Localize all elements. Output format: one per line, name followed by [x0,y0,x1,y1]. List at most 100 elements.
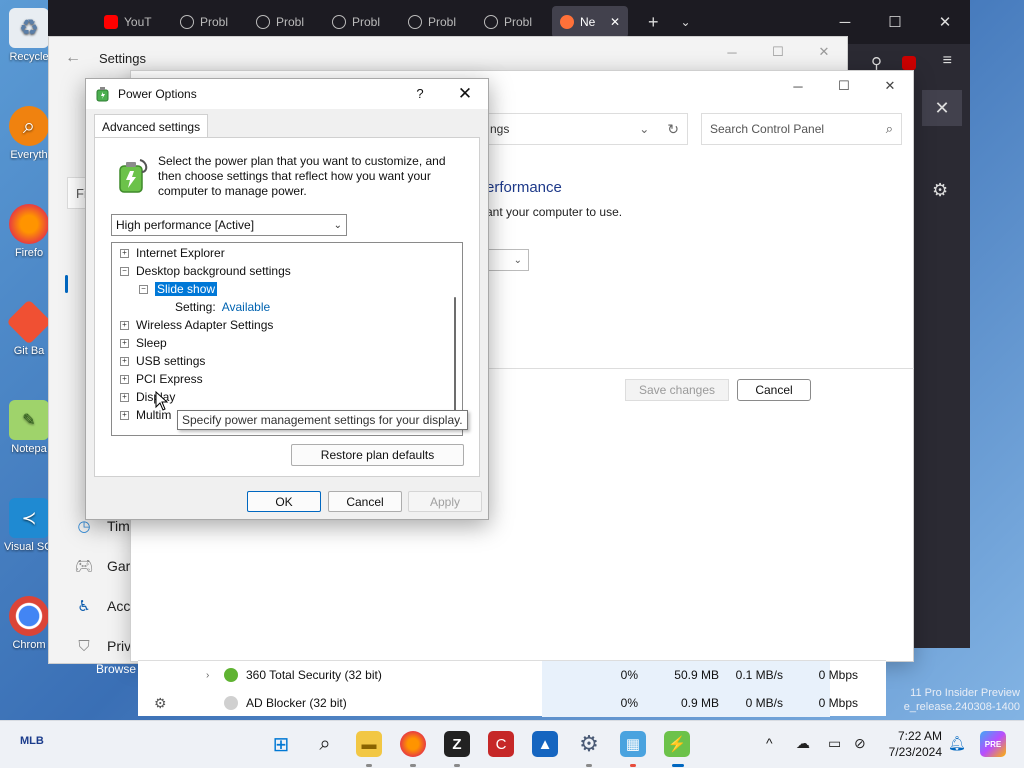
plan-dropdown[interactable]: ⌄ [486,249,529,271]
tree-item-desktop-background[interactable]: − Desktop background settings [120,262,291,280]
tab-new[interactable]: Ne ✕ [552,6,628,38]
table-row[interactable]: ⚙ AD Blocker (32 bit) 0% 0.9 MB 0 MB/s 0… [138,689,886,717]
maximize-icon[interactable]: ☐ [821,71,867,101]
minimize-icon[interactable]: ─ [709,37,755,67]
setting-value-link[interactable]: Available [222,300,270,314]
tab-problem-5[interactable]: Probl [476,6,552,38]
tab-problem-2[interactable]: Probl [248,6,324,38]
tab-label: Probl [504,15,533,29]
expand-icon[interactable]: + [120,410,129,420]
gear-icon[interactable]: ⚙ [154,695,167,712]
tree-label: USB settings [136,354,206,368]
photos-icon[interactable]: ▲ [532,731,558,757]
display-icon[interactable]: ▭ [828,735,841,752]
watermark-line: e_release.240308-1400 [903,701,1020,713]
expand-icon[interactable]: + [120,374,129,384]
chevron-up-icon[interactable]: ^ [766,735,773,751]
tree-scrollbar[interactable] [454,297,456,413]
notification-bell-icon[interactable]: 🔔︎ [948,735,966,752]
tree-item-setting[interactable]: Setting: Available [175,298,270,316]
360-security-icon [224,668,238,682]
desktop-icon-chrome[interactable]: Chrom [4,596,54,651]
cancel-button[interactable]: Cancel [328,491,402,512]
maximize-icon[interactable]: ☐ [870,0,920,44]
cancel-button[interactable]: Cancel [737,379,811,401]
cloud-offline-icon[interactable]: ☁ [796,735,810,752]
chevron-right-icon[interactable]: › [206,670,209,681]
refresh-icon[interactable]: ↻ [667,121,679,138]
expand-icon[interactable]: + [120,248,129,258]
help-button[interactable]: ? [412,86,428,101]
tab-advanced-settings[interactable]: Advanced settings [94,114,209,138]
mlb-widget[interactable]: MLB [20,735,44,747]
windows-watermark: 11 Pro Insider Preview e_release.240308-… [904,686,1020,714]
maximize-icon[interactable]: ☐ [755,37,801,67]
desktop-icon-everything[interactable]: ⌕ Everyth [4,106,54,161]
expand-icon[interactable]: + [120,356,129,366]
close-icon[interactable]: ✕ [922,90,962,126]
tab-youtube[interactable]: YouT [96,6,172,38]
address-bar[interactable]: ngs ⌄ ↻ [481,113,688,145]
running-indicator [410,764,416,767]
everything-search-icon: ⌕ [9,106,49,146]
zed-icon[interactable]: Z [444,731,470,757]
tab-problem-4[interactable]: Probl [400,6,476,38]
search-icon[interactable]: ⌕ [312,731,338,757]
tab-problem-1[interactable]: Probl [172,6,248,38]
collapse-icon[interactable]: − [139,284,148,294]
restore-plan-defaults-button[interactable]: Restore plan defaults [291,444,464,466]
minimize-icon[interactable]: ─ [775,71,821,101]
gear-icon[interactable]: ⚙ [932,180,948,201]
desktop-icon-notepad[interactable]: ✎ Notepa [4,400,54,455]
desktop-icon-firefox[interactable]: Firefo [4,204,54,259]
power-options-taskbar-icon[interactable]: ⚡ [664,731,690,757]
settings-gear-icon[interactable]: ⚙ [576,731,602,757]
firefox-icon[interactable] [400,731,426,757]
tab-label: Probl [276,15,305,29]
clock[interactable]: 7:22 AM 7/23/2024 [889,728,942,760]
close-icon[interactable]: ✕ [867,71,913,101]
tree-item-slide-show[interactable]: − Slide show [139,280,218,298]
nav-item-gaming[interactable]: 🎮︎ Gar [74,557,130,575]
ok-button[interactable]: OK [247,491,321,512]
menu-icon[interactable]: ≡ [943,52,952,70]
table-row[interactable]: › 360 Total Security (32 bit) 0% 50.9 MB… [138,661,886,689]
expand-icon[interactable]: + [120,320,129,330]
expand-icon[interactable]: + [120,392,129,402]
save-changes-button[interactable]: Save changes [625,379,729,401]
desktop-icon-vscode[interactable]: ≺ Visual S​Cod [4,498,54,553]
gamepad-icon: 🎮︎ [74,558,94,575]
memory-value: 50.9 MB [674,668,719,682]
tree-item-pci-express[interactable]: + PCI Express [120,370,203,388]
new-tab-icon[interactable]: + [648,12,659,33]
back-arrow-icon[interactable]: ← [65,49,81,67]
desktop-icon-recycle-bin[interactable]: ♻ Recycle [4,8,54,63]
network-offline-icon[interactable]: ⊘ [854,735,866,752]
nav-item-privacy[interactable]: ⛉ Priv [75,637,131,655]
ublock-icon[interactable] [902,56,916,70]
close-icon[interactable]: ✕ [456,84,474,104]
ccleaner-icon[interactable]: C [488,731,514,757]
tree-item-internet-explorer[interactable]: + Internet Explorer [120,244,225,262]
chevron-down-icon[interactable]: ⌄ [681,15,691,29]
control-panel-icon[interactable]: ▦ [620,731,646,757]
tree-item-usb[interactable]: + USB settings [120,352,205,370]
tree-item-wireless[interactable]: + Wireless Adapter Settings [120,316,273,334]
close-icon[interactable]: ✕ [801,37,847,67]
apply-button[interactable]: Apply [408,491,482,512]
collapse-icon[interactable]: − [120,266,129,276]
desktop-icon-git-bash[interactable]: Git Ba [4,299,54,357]
start-icon[interactable]: ⊞ [268,731,294,757]
copilot-icon[interactable]: PRE [980,731,1006,757]
plan-select[interactable]: High performance [Active] ⌄ [111,214,347,236]
chevron-down-icon[interactable]: ⌄ [639,122,649,136]
expand-icon[interactable]: + [120,338,129,348]
file-explorer-icon[interactable]: ▬ [356,731,382,757]
tree-item-sleep[interactable]: + Sleep [120,334,167,352]
page-subtitle: ant your computer to use. [486,205,623,219]
control-panel-search[interactable]: Search Control Panel ⌕ [701,113,902,145]
close-tab-icon[interactable]: ✕ [610,15,620,29]
tab-problem-3[interactable]: Probl [324,6,400,38]
nav-item-accessibility[interactable]: ♿︎ Acc [75,597,130,615]
close-icon[interactable]: ✕ [920,0,970,44]
